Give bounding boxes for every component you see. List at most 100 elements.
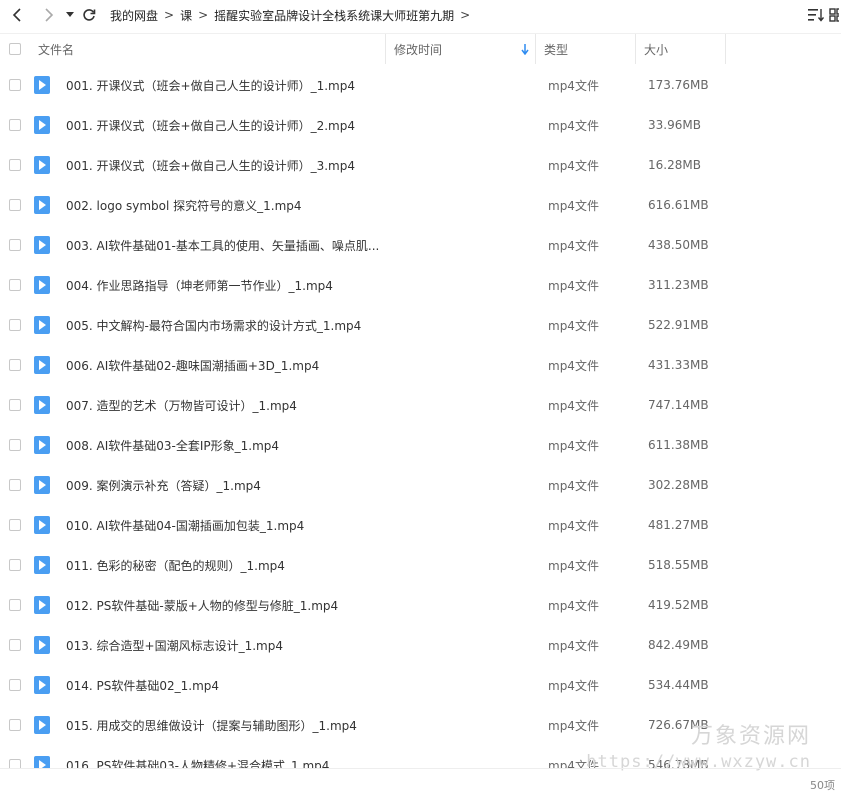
file-type: mp4文件	[548, 238, 599, 253]
breadcrumb-item-current[interactable]: 摇醒实验室品牌设计全栈系统课大师班第九期	[214, 7, 454, 24]
row-checkbox[interactable]	[9, 359, 21, 371]
breadcrumb-item-folder[interactable]: 课	[180, 7, 192, 24]
video-file-icon	[34, 76, 50, 94]
file-name[interactable]: 011. 色彩的秘密（配色的规则）_1.mp4	[60, 557, 548, 574]
file-row[interactable]: 001. 开课仪式（班会+做自己人生的设计师）_2.mp4 mp4文件 33.96M…	[0, 105, 841, 145]
file-icon-cell	[30, 396, 60, 414]
file-name[interactable]: 016. PS软件基础03-人物精修+混合模式_1.mp4	[60, 757, 548, 769]
breadcrumb-separator-icon: >	[164, 8, 175, 22]
view-mode-button[interactable]	[827, 0, 841, 30]
file-size: 173.76MB	[648, 78, 709, 92]
forward-button[interactable]	[36, 0, 62, 30]
file-row[interactable]: 015. 用成交的思维做设计（提案与辅助图形）_1.mp4 mp4文件 726.67…	[0, 705, 841, 745]
row-checkbox[interactable]	[9, 519, 21, 531]
file-size: 611.38MB	[648, 438, 709, 452]
file-row[interactable]: 002. logo symbol 探究符号的意义_1.mp4 mp4文件 616.6…	[0, 185, 841, 225]
column-header-type[interactable]: 类型	[536, 34, 636, 64]
file-name[interactable]: 012. PS软件基础-蒙版+人物的修型与修脏_1.mp4	[60, 597, 548, 614]
row-checkbox[interactable]	[9, 719, 21, 731]
header-select-all-cell	[0, 34, 30, 64]
file-row[interactable]: 001. 开课仪式（班会+做自己人生的设计师）_3.mp4 mp4文件 16.28M…	[0, 145, 841, 185]
file-row[interactable]: 013. 综合造型+国潮风标志设计_1.mp4 mp4文件 842.49MB	[0, 625, 841, 665]
file-name[interactable]: 013. 综合造型+国潮风标志设计_1.mp4	[60, 637, 548, 654]
file-name[interactable]: 014. PS软件基础02_1.mp4	[60, 677, 548, 694]
row-checkbox[interactable]	[9, 439, 21, 451]
row-checkbox[interactable]	[9, 199, 21, 211]
column-header-name[interactable]: 文件名	[30, 34, 386, 64]
file-name[interactable]: 007. 造型的艺术（万物皆可设计）_1.mp4	[60, 397, 548, 414]
back-button[interactable]	[4, 0, 30, 30]
file-row[interactable]: 014. PS软件基础02_1.mp4 mp4文件 534.44MB	[0, 665, 841, 705]
file-row[interactable]: 008. AI软件基础03-全套IP形象_1.mp4 mp4文件 611.38MB	[0, 425, 841, 465]
select-all-checkbox[interactable]	[9, 43, 21, 55]
file-icon-cell	[30, 316, 60, 334]
file-name[interactable]: 004. 作业思路指导（坤老师第一节作业）_1.mp4	[60, 277, 548, 294]
file-name[interactable]: 008. AI软件基础03-全套IP形象_1.mp4	[60, 437, 548, 454]
row-checkbox[interactable]	[9, 399, 21, 411]
file-type: mp4文件	[548, 518, 599, 533]
file-row[interactable]: 010. AI软件基础04-国潮插画加包装_1.mp4 mp4文件 481.27MB	[0, 505, 841, 545]
file-name[interactable]: 009. 案例演示补充（答疑）_1.mp4	[60, 477, 548, 494]
file-name[interactable]: 001. 开课仪式（班会+做自己人生的设计师）_3.mp4	[60, 157, 548, 174]
file-type: mp4文件	[548, 358, 599, 373]
row-checkbox[interactable]	[9, 599, 21, 611]
file-row[interactable]: 001. 开课仪式（班会+做自己人生的设计师）_1.mp4 mp4文件 173.76…	[0, 65, 841, 105]
video-file-icon	[34, 636, 50, 654]
file-icon-cell	[30, 676, 60, 694]
row-checkbox[interactable]	[9, 759, 21, 768]
file-row[interactable]: 005. 中文解构-最符合国内市场需求的设计方式_1.mp4 mp4文件 522.9…	[0, 305, 841, 345]
refresh-button[interactable]	[78, 0, 100, 30]
file-name[interactable]: 003. AI软件基础01-基本工具的使用、矢量插画、噪点肌...	[60, 237, 548, 254]
file-icon-cell	[30, 156, 60, 174]
column-header-modified-label: 修改时间	[394, 42, 443, 57]
item-count: 50项	[810, 779, 835, 792]
file-type: mp4文件	[548, 438, 599, 453]
file-name[interactable]: 002. logo symbol 探究符号的意义_1.mp4	[60, 197, 548, 214]
file-name[interactable]: 001. 开课仪式（班会+做自己人生的设计师）_1.mp4	[60, 77, 548, 94]
video-file-icon	[34, 756, 50, 768]
file-type: mp4文件	[548, 158, 599, 173]
row-checkbox[interactable]	[9, 279, 21, 291]
row-checkbox[interactable]	[9, 79, 21, 91]
video-file-icon	[34, 316, 50, 334]
row-checkbox[interactable]	[9, 679, 21, 691]
video-file-icon	[34, 156, 50, 174]
file-size: 518.55MB	[648, 558, 709, 572]
row-checkbox-cell	[0, 359, 30, 371]
file-size: 311.23MB	[648, 278, 709, 292]
file-name[interactable]: 006. AI软件基础02-趣味国潮插画+3D_1.mp4	[60, 357, 548, 374]
row-checkbox[interactable]	[9, 559, 21, 571]
row-checkbox-cell	[0, 439, 30, 451]
file-row[interactable]: 003. AI软件基础01-基本工具的使用、矢量插画、噪点肌... mp4文件 43…	[0, 225, 841, 265]
breadcrumb-item-root[interactable]: 我的网盘	[110, 7, 158, 24]
file-row[interactable]: 009. 案例演示补充（答疑）_1.mp4 mp4文件 302.28MB	[0, 465, 841, 505]
column-header-size[interactable]: 大小	[636, 34, 726, 64]
file-icon-cell	[30, 116, 60, 134]
file-type: mp4文件	[548, 118, 599, 133]
file-row[interactable]: 004. 作业思路指导（坤老师第一节作业）_1.mp4 mp4文件 311.23MB	[0, 265, 841, 305]
file-name[interactable]: 015. 用成交的思维做设计（提案与辅助图形）_1.mp4	[60, 717, 548, 734]
file-size: 438.50MB	[648, 238, 709, 252]
chevron-left-icon	[12, 8, 21, 22]
video-file-icon	[34, 356, 50, 374]
row-checkbox[interactable]	[9, 479, 21, 491]
file-row[interactable]: 006. AI软件基础02-趣味国潮插画+3D_1.mp4 mp4文件 431.33…	[0, 345, 841, 385]
row-checkbox[interactable]	[9, 119, 21, 131]
file-row[interactable]: 012. PS软件基础-蒙版+人物的修型与修脏_1.mp4 mp4文件 419.52…	[0, 585, 841, 625]
file-icon-cell	[30, 436, 60, 454]
file-row[interactable]: 011. 色彩的秘密（配色的规则）_1.mp4 mp4文件 518.55MB	[0, 545, 841, 585]
history-dropdown-button[interactable]	[62, 0, 78, 30]
row-checkbox-cell	[0, 399, 30, 411]
row-checkbox[interactable]	[9, 639, 21, 651]
sort-options-button[interactable]	[805, 0, 827, 30]
column-header-modified[interactable]: 修改时间	[386, 34, 536, 64]
file-row[interactable]: 016. PS软件基础03-人物精修+混合模式_1.mp4 mp4文件 546.78…	[0, 745, 841, 768]
breadcrumb-expand-icon[interactable]: >	[460, 8, 470, 22]
file-name[interactable]: 010. AI软件基础04-国潮插画加包装_1.mp4	[60, 517, 548, 534]
file-row[interactable]: 007. 造型的艺术（万物皆可设计）_1.mp4 mp4文件 747.14MB	[0, 385, 841, 425]
file-name[interactable]: 005. 中文解构-最符合国内市场需求的设计方式_1.mp4	[60, 317, 548, 334]
file-name[interactable]: 001. 开课仪式（班会+做自己人生的设计师）_2.mp4	[60, 117, 548, 134]
row-checkbox[interactable]	[9, 159, 21, 171]
row-checkbox[interactable]	[9, 319, 21, 331]
row-checkbox[interactable]	[9, 239, 21, 251]
